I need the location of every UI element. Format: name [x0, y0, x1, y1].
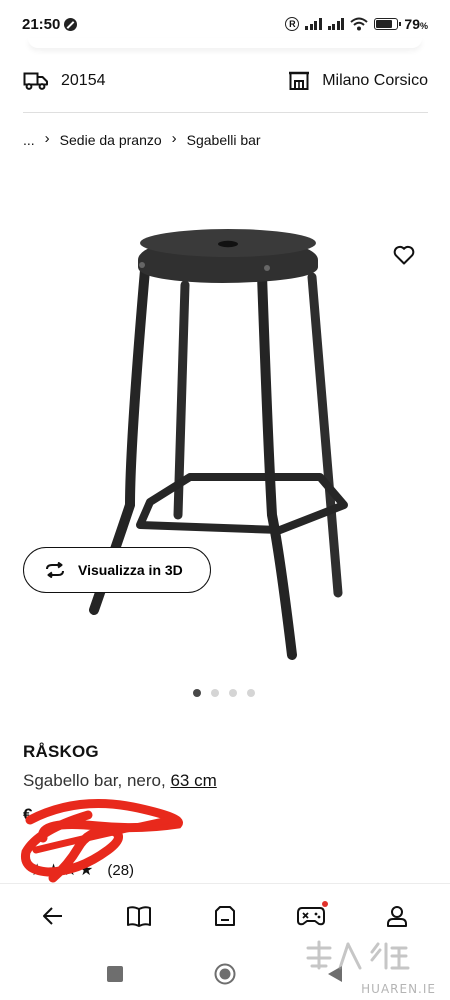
delivery-row: 20154 Milano Corsico: [23, 62, 428, 100]
signal-icon-2: [327, 18, 345, 30]
back-icon: [43, 907, 62, 925]
chevron-right-icon: ›: [44, 130, 50, 147]
breadcrumb-item-sedie[interactable]: Sedie da pranzo: [60, 132, 162, 148]
home-circle-icon: [214, 963, 236, 985]
shopping-bag-icon: [215, 906, 235, 926]
notification-dot: [322, 901, 328, 907]
store-name: Milano Corsico: [322, 72, 428, 89]
chevron-right-icon: ›: [171, 130, 177, 147]
watermark-logo: HUAREN.IE: [300, 938, 450, 1000]
profile-icon: [387, 906, 407, 927]
nav-cart[interactable]: [200, 891, 250, 941]
nav-profile[interactable]: [372, 891, 422, 941]
do-not-disturb-icon: [64, 17, 78, 31]
home-button[interactable]: [210, 959, 240, 989]
carousel-dots[interactable]: [193, 689, 255, 697]
rotate-icon: [46, 562, 64, 578]
registered-icon: R: [285, 17, 300, 31]
battery-icon: [374, 18, 402, 30]
postcode-text: 20154: [61, 72, 106, 89]
product-name: RÅSKOG: [23, 742, 99, 761]
breadcrumb-ellipsis[interactable]: ...: [23, 132, 35, 148]
view-3d-label: Visualizza in 3D: [78, 562, 183, 578]
view-3d-button[interactable]: Visualizza in 3D: [23, 547, 211, 593]
battery-percent: 79%: [404, 16, 428, 32]
carousel-dot[interactable]: [211, 689, 219, 697]
nav-catalog[interactable]: [114, 891, 164, 941]
breadcrumb-item-sgabelli[interactable]: Sgabelli bar: [187, 132, 261, 148]
product-size-link[interactable]: 63 cm: [170, 771, 216, 790]
status-right: R 79%: [285, 16, 428, 32]
recents-button[interactable]: [100, 959, 130, 989]
nav-back[interactable]: [28, 891, 78, 941]
delivery-postcode[interactable]: 20154: [23, 71, 106, 91]
breadcrumb: ... › Sedie da pranzo › Sgabelli bar: [23, 130, 261, 148]
heart-icon[interactable]: [392, 243, 416, 267]
search-bar-edge: [28, 38, 422, 48]
red-scribble: [20, 799, 183, 883]
watermark-text: HUAREN.IE: [361, 982, 436, 996]
carousel-dot[interactable]: [229, 689, 237, 697]
truck-icon: [23, 72, 48, 90]
status-time: 21:50: [22, 15, 61, 33]
catalog-icon: [127, 906, 151, 927]
product-image[interactable]: [80, 215, 370, 665]
status-left: 21:50: [22, 15, 78, 33]
wifi-icon: [350, 17, 369, 31]
nav-games[interactable]: [286, 891, 336, 941]
carousel-dot[interactable]: [193, 689, 201, 697]
gamepad-icon: [297, 907, 325, 926]
signal-icon: [305, 18, 322, 30]
product-description: Sgabello bar, nero, 63 cm: [23, 771, 217, 790]
store-selector[interactable]: Milano Corsico: [288, 71, 428, 91]
divider: [23, 112, 428, 113]
store-icon: [289, 71, 310, 90]
square-icon: [107, 966, 123, 982]
carousel-dot[interactable]: [247, 689, 255, 697]
